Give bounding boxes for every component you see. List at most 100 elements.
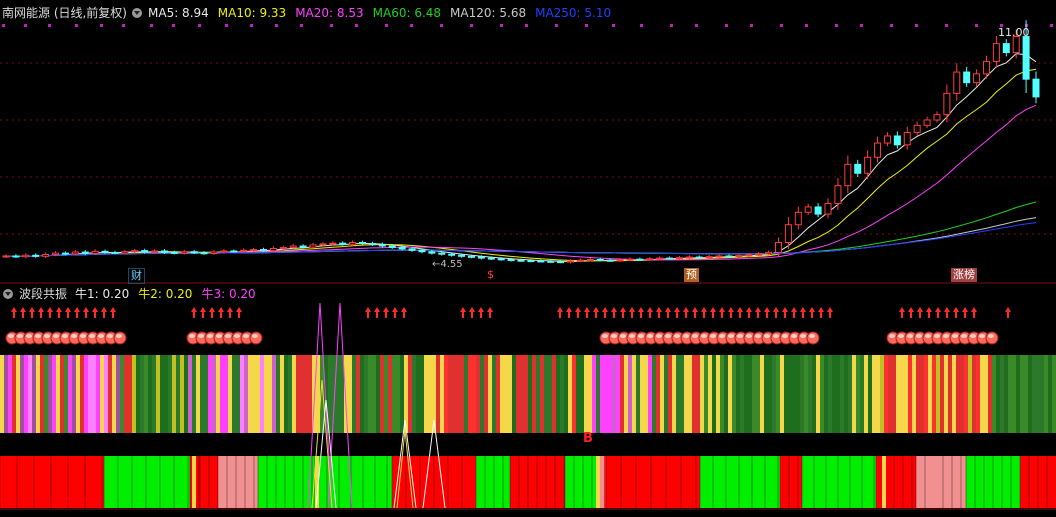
stripe: [800, 355, 804, 433]
marker-forecast[interactable]: 预: [684, 268, 699, 282]
stripe: [4, 355, 8, 433]
up-arrow-head: [728, 307, 734, 312]
up-arrow-head: [487, 307, 493, 312]
stripe: [228, 355, 232, 433]
ma20-value: MA20: 8.53: [295, 6, 364, 20]
stripe: [860, 355, 864, 433]
stripe: [868, 355, 872, 433]
stripe: [984, 355, 988, 433]
stripe: [788, 355, 792, 433]
up-arrow-head: [209, 307, 215, 312]
signal-ball: [985, 331, 999, 345]
signal-ball-shine: [89, 334, 95, 338]
stripe: [688, 355, 692, 433]
stripe: [308, 355, 312, 433]
stripe: [440, 355, 444, 433]
stripe: [372, 355, 376, 433]
stripe: [616, 355, 620, 433]
signal-ball-shine: [782, 334, 788, 338]
stripe: [956, 355, 960, 433]
signal-ball-shine: [809, 334, 815, 338]
candle-body: [359, 241, 367, 245]
signal-ball-shine: [620, 334, 626, 338]
sub-indicator-title: 波段共振: [19, 287, 68, 301]
signal-ball-shine: [647, 334, 653, 338]
stripe: [68, 355, 72, 433]
signal-ball-shine: [674, 334, 680, 338]
up-arrow-head: [218, 307, 224, 312]
sub-settings-dropdown-icon[interactable]: [3, 289, 13, 299]
stripe: [188, 355, 192, 433]
stripe: [736, 355, 740, 433]
stripe: [840, 355, 844, 433]
stock-chart[interactable]: [0, 0, 1056, 517]
color-block: [606, 456, 700, 508]
up-arrow-head: [800, 307, 806, 312]
stripe: [900, 355, 904, 433]
stripe: [276, 355, 280, 433]
top-dot: [24, 24, 27, 27]
top-dot: [100, 24, 103, 27]
stripe: [480, 355, 484, 433]
stripe: [352, 355, 356, 433]
up-arrow-head: [791, 307, 797, 312]
candle-body: [883, 135, 891, 144]
candle-body: [854, 163, 862, 174]
bull3-value: 牛3: 0.20: [201, 287, 256, 301]
candle-body: [131, 250, 139, 253]
up-arrow-head: [764, 307, 770, 312]
stripe: [1020, 355, 1024, 433]
candle-body: [299, 245, 307, 248]
stripe: [208, 355, 212, 433]
candle-body: [715, 255, 723, 258]
stripe: [224, 355, 228, 433]
marker-finance[interactable]: 财: [128, 268, 145, 284]
candle-body: [448, 253, 456, 256]
stripe: [192, 355, 196, 433]
stripe: [904, 355, 908, 433]
up-arrow-head: [383, 307, 389, 312]
color-block-band: [0, 456, 1056, 508]
stripe: [272, 355, 276, 433]
up-arrow-head: [47, 307, 53, 312]
stripe: [792, 355, 796, 433]
candle-body: [755, 253, 763, 256]
stripe: [584, 355, 588, 433]
stripe: [564, 355, 568, 433]
candle-body: [576, 259, 584, 262]
stripe: [1024, 355, 1028, 433]
candle-body: [497, 258, 505, 261]
stripe: [844, 355, 848, 433]
color-block: [916, 456, 966, 508]
top-dot: [330, 24, 333, 27]
stripe: [56, 355, 60, 433]
stripe: [592, 355, 596, 433]
stripe: [732, 355, 736, 433]
stripe: [284, 355, 288, 433]
marker-dollar[interactable]: $: [485, 268, 496, 282]
signal-ball-shine: [638, 334, 644, 338]
candle-body: [408, 248, 416, 251]
stripe: [80, 355, 84, 433]
candle-body: [477, 256, 485, 259]
candle-body: [537, 260, 545, 263]
color-block: [802, 456, 876, 508]
stripe: [532, 355, 536, 433]
stripe: [660, 355, 664, 433]
settings-dropdown-icon[interactable]: [132, 8, 142, 18]
top-dot: [670, 24, 673, 27]
candle-body: [52, 252, 60, 256]
stripe: [692, 355, 696, 433]
signal-ball-shine: [80, 334, 86, 338]
top-dot: [385, 24, 388, 27]
stripe: [708, 355, 712, 433]
up-arrow-head: [227, 307, 233, 312]
up-arrow-head: [92, 307, 98, 312]
stripe: [236, 355, 240, 433]
stripe: [748, 355, 752, 433]
accent-block: [192, 456, 196, 508]
signal-ball-shine: [746, 334, 752, 338]
signal-ball-shine: [791, 334, 797, 338]
marker-top-gainers[interactable]: 涨榜: [951, 268, 977, 282]
up-arrow-head: [478, 307, 484, 312]
